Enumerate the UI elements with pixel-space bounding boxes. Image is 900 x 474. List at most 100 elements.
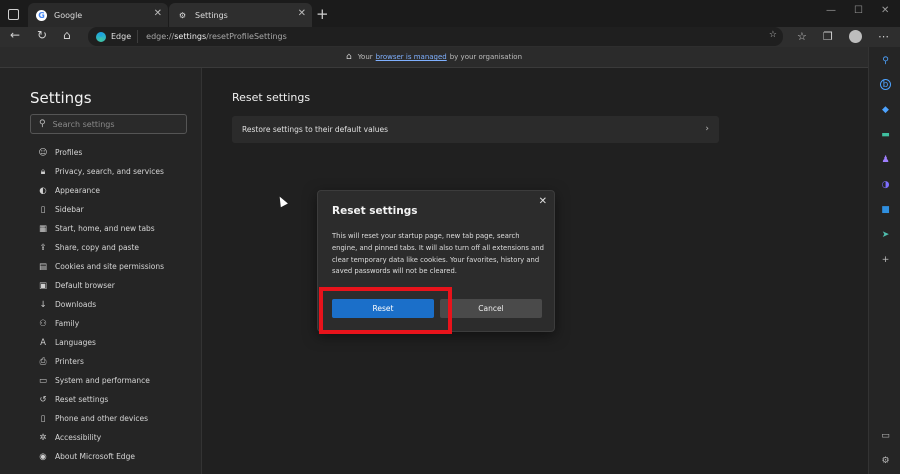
search-placeholder: Search settings <box>52 119 115 129</box>
settings-sidebar: Settings ⚲ Search settings ☺ Profiles 🔒︎ P… <box>0 68 202 474</box>
sidebar-item-label: Profiles <box>55 148 83 157</box>
language-icon: A <box>40 337 46 348</box>
outlook-icon[interactable]: ■ <box>880 204 891 215</box>
sidebar-item-profiles[interactable]: ☺ Profiles <box>38 143 164 162</box>
family-icon: ⚇ <box>39 318 47 329</box>
send-icon[interactable]: ➤ <box>880 229 891 240</box>
site-label: Edge <box>111 32 132 41</box>
add-icon[interactable]: + <box>880 254 891 265</box>
refresh-icon[interactable]: ↻ <box>37 28 47 42</box>
sidebar-item-privacy[interactable]: 🔒︎ Privacy, search, and services <box>38 162 164 181</box>
sidebar-item-label: Privacy, search, and services <box>55 167 164 176</box>
accessibility-icon: ✲ <box>39 432 47 443</box>
sidebar-item-cookies[interactable]: ▤ Cookies and site permissions <box>38 257 164 276</box>
managed-prefix: Your <box>357 53 373 61</box>
people-icon[interactable]: ♟ <box>880 154 891 165</box>
briefcase-icon[interactable]: ▬ <box>880 129 891 140</box>
search-input[interactable]: ⚲ Search settings <box>30 114 187 134</box>
tab-settings[interactable]: ⚙ Settings ✕ <box>169 3 312 27</box>
close-icon[interactable]: ✕ <box>539 196 547 207</box>
share-icon: ⇪ <box>39 242 47 253</box>
restore-defaults-row[interactable]: Restore settings to their default values… <box>232 116 719 143</box>
tab-title: Settings <box>195 10 228 20</box>
sidebar-item-accessibility[interactable]: ✲ Accessibility <box>38 428 164 447</box>
sidebar-item-reset[interactable]: ↺ Reset settings <box>38 390 164 409</box>
sidebar-item-label: Reset settings <box>55 395 109 404</box>
bing-icon[interactable]: b <box>880 79 891 90</box>
sidebar-item-sidebar[interactable]: ▯ Sidebar <box>38 200 164 219</box>
dialog-title: Reset settings <box>332 205 418 217</box>
cookie-icon: ▤ <box>38 261 48 272</box>
restore-defaults-label: Restore settings to their default values <box>242 125 389 134</box>
sidebar-item-languages[interactable]: A Languages <box>38 333 164 352</box>
tab-title: Google <box>54 10 83 20</box>
gear-icon[interactable]: ⚙ <box>880 455 891 466</box>
sidebar-item-label: Default browser <box>55 281 115 290</box>
reset-icon: ↺ <box>39 394 47 405</box>
home-icon[interactable]: ⌂ <box>63 28 71 42</box>
sidebar-item-label: Languages <box>55 338 96 347</box>
home-icon: ▦ <box>38 223 48 234</box>
lock-icon: 🔒︎ <box>40 166 46 177</box>
address-bar[interactable]: Edge edge:// settings /resetProfileSetti… <box>88 27 783 46</box>
tab-actions-icon[interactable] <box>4 6 22 22</box>
sidebar-title: Settings <box>30 89 92 107</box>
edge-sidebar: ⚲ b ◆ ▬ ♟ ◑ ■ ➤ + ▭ ⚙ <box>868 47 900 474</box>
sidebar-item-label: Share, copy and paste <box>55 243 140 252</box>
google-icon: G <box>36 9 47 21</box>
download-icon: ↓ <box>39 299 47 310</box>
url-bold: settings <box>174 32 207 41</box>
favorites-icon[interactable]: ☆ <box>797 30 807 43</box>
sidebar-item-phone[interactable]: ▯ Phone and other devices <box>38 409 164 428</box>
tag-icon[interactable]: ◆ <box>880 104 891 115</box>
sidebar-item-family[interactable]: ⚇ Family <box>38 314 164 333</box>
new-tab-icon[interactable]: + <box>316 5 329 23</box>
sidebar-item-about[interactable]: ◉ About Microsoft Edge <box>38 447 164 466</box>
edge-logo-icon <box>96 31 106 42</box>
search-icon[interactable]: ⚲ <box>880 55 891 66</box>
tab-google[interactable]: G Google ✕ <box>28 3 168 27</box>
sidebar-item-appearance[interactable]: ◐ Appearance <box>38 181 164 200</box>
back-icon[interactable]: ← <box>10 28 20 42</box>
system-icon: ▭ <box>38 375 48 386</box>
sidebar-item-start-home[interactable]: ▦ Start, home, and new tabs <box>38 219 164 238</box>
dialog-body: This will reset your startup page, new t… <box>332 232 544 276</box>
close-icon[interactable]: ✕ <box>154 9 162 19</box>
managed-link[interactable]: browser is managed <box>376 53 447 61</box>
sidebar-item-downloads[interactable]: ↓ Downloads <box>38 295 164 314</box>
more-icon[interactable]: ⋯ <box>878 30 889 43</box>
highlight-box <box>319 287 452 334</box>
sidebar-nav: ☺ Profiles 🔒︎ Privacy, search, and service… <box>38 143 164 466</box>
managed-suffix: by your organisation <box>449 53 523 61</box>
favorite-star-icon[interactable]: ☆ <box>769 30 777 40</box>
sidebar-item-label: Downloads <box>55 300 97 309</box>
url-prefix: edge:// <box>146 32 175 41</box>
screen-icon[interactable]: ▭ <box>880 430 891 441</box>
managed-notice-bar: ⌂ Your browser is managed by your organi… <box>0 47 868 68</box>
sidebar-item-share[interactable]: ⇪ Share, copy and paste <box>38 238 164 257</box>
cancel-button[interactable]: Cancel <box>440 299 542 318</box>
sidebar-item-label: System and performance <box>55 376 150 385</box>
maximize-icon[interactable]: ☐ <box>854 5 863 16</box>
edge-icon: ◉ <box>39 451 47 462</box>
browser-window: G Google ✕ ⚙ Settings ✕ + — ☐ ✕ ← ↻ ⌂ Ed… <box>0 0 900 474</box>
sidebar-item-label: Printers <box>55 357 84 366</box>
collections-icon[interactable]: ❐ <box>823 30 833 43</box>
avatar[interactable] <box>849 30 862 43</box>
sidebar-item-label: Sidebar <box>55 205 84 214</box>
building-icon: ⌂ <box>345 52 352 62</box>
sidebar-item-label: Start, home, and new tabs <box>55 224 155 233</box>
sidebar-item-label: Phone and other devices <box>55 414 149 423</box>
toolbar: ← ↻ ⌂ Edge edge:// settings /resetProfil… <box>0 27 900 47</box>
page-title: Reset settings <box>232 91 311 104</box>
sidebar-item-printers[interactable]: ⎙ Printers <box>38 352 164 371</box>
close-icon[interactable]: ✕ <box>298 9 306 19</box>
site-chip[interactable]: Edge <box>88 30 139 43</box>
window-close-icon[interactable]: ✕ <box>881 5 889 16</box>
office-icon[interactable]: ◑ <box>880 179 891 190</box>
title-bar: G Google ✕ ⚙ Settings ✕ + — ☐ ✕ <box>0 0 900 27</box>
sidebar-item-label: Cookies and site permissions <box>55 262 165 271</box>
sidebar-item-system[interactable]: ▭ System and performance <box>38 371 164 390</box>
sidebar-item-default-browser[interactable]: ▣ Default browser <box>38 276 164 295</box>
minimize-icon[interactable]: — <box>826 5 836 16</box>
